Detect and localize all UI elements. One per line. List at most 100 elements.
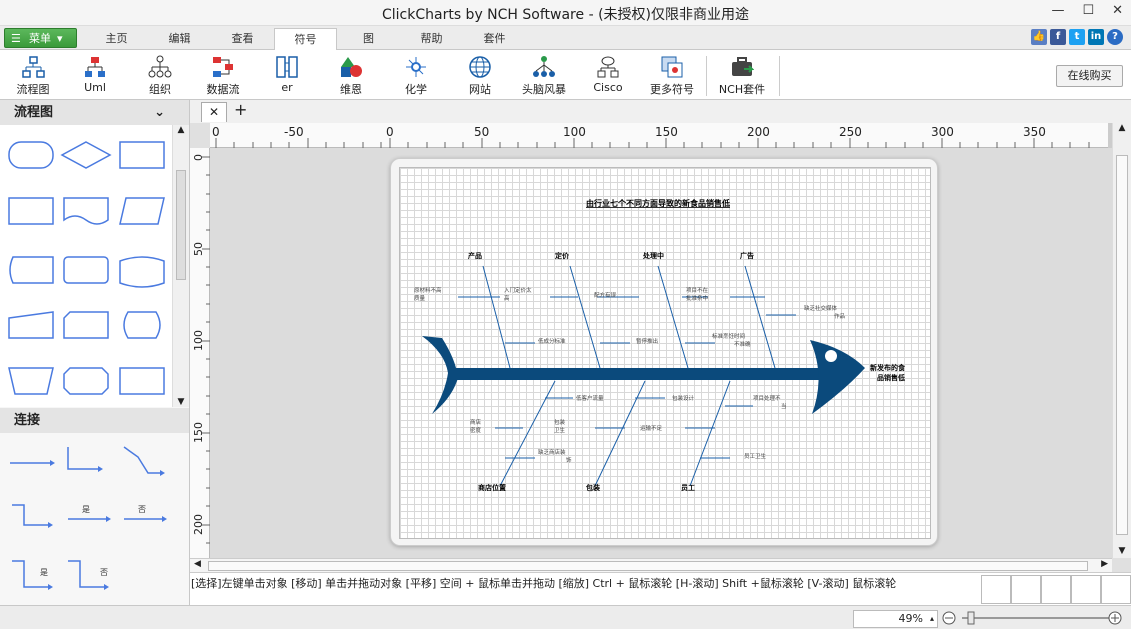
tool-dataflow[interactable]: 数据流 — [193, 52, 253, 98]
zoom-dropdown-icon[interactable]: ▴ — [930, 611, 934, 627]
cause-label[interactable]: 项目处理不 — [753, 394, 781, 402]
scroll-thumb[interactable] — [176, 170, 186, 280]
cause-label[interactable]: 配方有误 — [594, 291, 617, 299]
tab-view[interactable]: 查看 — [211, 28, 274, 50]
zoom-slider[interactable] — [940, 609, 1125, 627]
no-elbow-connector[interactable] — [68, 560, 104, 588]
tool-uml[interactable]: Uml — [65, 52, 125, 98]
tool-org[interactable]: 组织 — [130, 52, 190, 98]
maximize-button[interactable]: ☐ — [1082, 3, 1094, 18]
category-label[interactable]: 包装 — [586, 483, 600, 492]
effect-label[interactable]: 新发布的食 — [870, 363, 906, 372]
cause-label[interactable]: 当 — [781, 402, 787, 410]
scroll-thumb[interactable] — [1116, 155, 1128, 535]
card-shape[interactable] — [63, 311, 109, 339]
minimize-button[interactable]: — — [1051, 3, 1064, 18]
tab-edit[interactable]: 编辑 — [148, 28, 211, 50]
tab-symbols[interactable]: 符号 — [274, 28, 337, 51]
canvas-horizontal-scrollbar[interactable]: ◀ ▶ — [190, 558, 1112, 572]
close-document-tab[interactable]: ✕ — [201, 102, 227, 122]
tool-nch-suite[interactable]: NCH套件 — [712, 52, 772, 98]
like-icon[interactable]: 👍 — [1031, 29, 1047, 45]
cause-label[interactable]: 包装 — [554, 418, 566, 426]
tool-website[interactable]: 网站 — [450, 52, 510, 98]
preparation-shape[interactable] — [63, 367, 109, 395]
delay-shape[interactable] — [63, 256, 109, 284]
tool-venn[interactable]: 维恩 — [321, 52, 381, 98]
elbow-connector-2[interactable] — [12, 504, 48, 526]
cause-label[interactable]: 高 — [504, 294, 510, 302]
cause-label[interactable]: 作品 — [834, 312, 846, 320]
connect-section-header[interactable]: 连接 — [0, 408, 189, 433]
flowchart-section-header[interactable]: 流程图 ⌄ — [0, 100, 189, 125]
palette-scrollbar[interactable]: ▲ ▼ — [172, 125, 189, 407]
manual-operation-shape[interactable] — [8, 367, 54, 395]
scroll-thumb[interactable] — [208, 561, 1088, 571]
cause-label[interactable]: 卫生 — [554, 426, 566, 434]
tool-chemistry[interactable]: 化学 — [386, 52, 446, 98]
tool-brainstorm[interactable]: 头脑风暴 — [514, 52, 574, 98]
zoom-select[interactable]: 49% ▴ — [853, 610, 938, 628]
cause-label[interactable]: 暂停推出 — [636, 337, 658, 345]
cause-label[interactable]: 密度 — [470, 426, 482, 434]
cause-label[interactable]: 批准条中 — [686, 294, 708, 302]
scroll-down-icon[interactable]: ▼ — [173, 397, 189, 407]
category-label[interactable]: 处理中 — [642, 251, 664, 260]
tool-flowchart[interactable]: 流程图 — [3, 52, 63, 98]
cause-label[interactable]: 原材料不高 — [414, 286, 442, 294]
cause-label[interactable]: 入门定价太 — [504, 286, 532, 294]
chevron-down-icon[interactable]: ⌄ — [154, 100, 165, 125]
manual-input-shape[interactable] — [8, 311, 54, 339]
stored-data-shape[interactable] — [9, 256, 54, 284]
diagram-title[interactable]: 由行业七个不同方面导致的新食品销售低 — [586, 198, 730, 208]
cause-label[interactable]: 项目不在 — [686, 286, 709, 294]
effect-label[interactable]: 品销售低 — [877, 373, 905, 382]
tool-more-symbols[interactable]: 更多符号 — [642, 52, 702, 98]
category-label[interactable]: 商店位置 — [478, 483, 506, 492]
fish-spine[interactable] — [450, 368, 822, 380]
cause-label[interactable]: 包装设计 — [672, 394, 695, 402]
cause-label[interactable]: 质量 — [414, 294, 426, 302]
scroll-up-icon[interactable]: ▲ — [173, 125, 189, 135]
scroll-right-icon[interactable]: ▶ — [1101, 559, 1108, 569]
curved-connector[interactable] — [123, 446, 160, 474]
scroll-left-icon[interactable]: ◀ — [194, 559, 201, 569]
twitter-icon[interactable]: t — [1069, 29, 1085, 45]
database-shape[interactable] — [119, 256, 165, 288]
tab-diagram[interactable]: 图 — [337, 28, 400, 50]
scroll-down-icon[interactable]: ▼ — [1113, 546, 1131, 556]
tab-help[interactable]: 帮助 — [400, 28, 463, 50]
scroll-up-icon[interactable]: ▲ — [1113, 123, 1131, 133]
cause-label[interactable]: 低客户流量 — [576, 394, 604, 402]
process-shape[interactable] — [119, 141, 165, 169]
category-label[interactable]: 员工 — [681, 483, 695, 492]
document-shape[interactable] — [63, 197, 109, 225]
add-tab-button[interactable]: + — [234, 100, 247, 119]
data-shape[interactable] — [119, 197, 165, 225]
help-icon[interactable]: ? — [1107, 29, 1123, 45]
cause-label[interactable]: 缺乏商店装 — [538, 448, 566, 456]
cause-label[interactable]: 缺乏社交媒体 — [804, 304, 838, 312]
canvas-vertical-scrollbar[interactable]: ▲ ▼ — [1112, 123, 1131, 558]
main-menu-button[interactable]: ☰ 菜单 ▾ — [4, 28, 77, 48]
elbow-connector[interactable] — [67, 447, 98, 470]
cause-label[interactable]: 饰 — [566, 456, 572, 464]
decision-shape[interactable] — [60, 141, 112, 169]
zoom-slider-thumb[interactable] — [967, 611, 975, 625]
tool-cisco[interactable]: Cisco — [578, 52, 638, 98]
tool-er[interactable]: er — [257, 52, 317, 98]
internal-storage-shape[interactable] — [119, 367, 165, 395]
tab-suite[interactable]: 套件 — [463, 28, 526, 50]
cause-label[interactable]: 低成分标准 — [538, 337, 566, 345]
category-label[interactable]: 广告 — [740, 251, 754, 260]
facebook-icon[interactable]: f — [1050, 29, 1066, 45]
cause-label[interactable]: 员工卫生 — [744, 452, 767, 460]
predefined-process-shape[interactable] — [8, 197, 54, 225]
category-label[interactable]: 定价 — [555, 251, 570, 260]
drawing-canvas[interactable]: 由行业七个不同方面导致的新食品销售低 新发布的食 品销售低 产品 定价 处理中 … — [210, 148, 1112, 558]
display-shape[interactable] — [123, 311, 161, 339]
cause-label[interactable]: 商店 — [470, 418, 482, 426]
category-label[interactable]: 产品 — [468, 251, 482, 260]
cause-label[interactable]: 不准确 — [734, 340, 751, 348]
fishbone-diagram[interactable]: 由行业七个不同方面导致的新食品销售低 新发布的食 品销售低 产品 定价 处理中 … — [400, 168, 932, 540]
